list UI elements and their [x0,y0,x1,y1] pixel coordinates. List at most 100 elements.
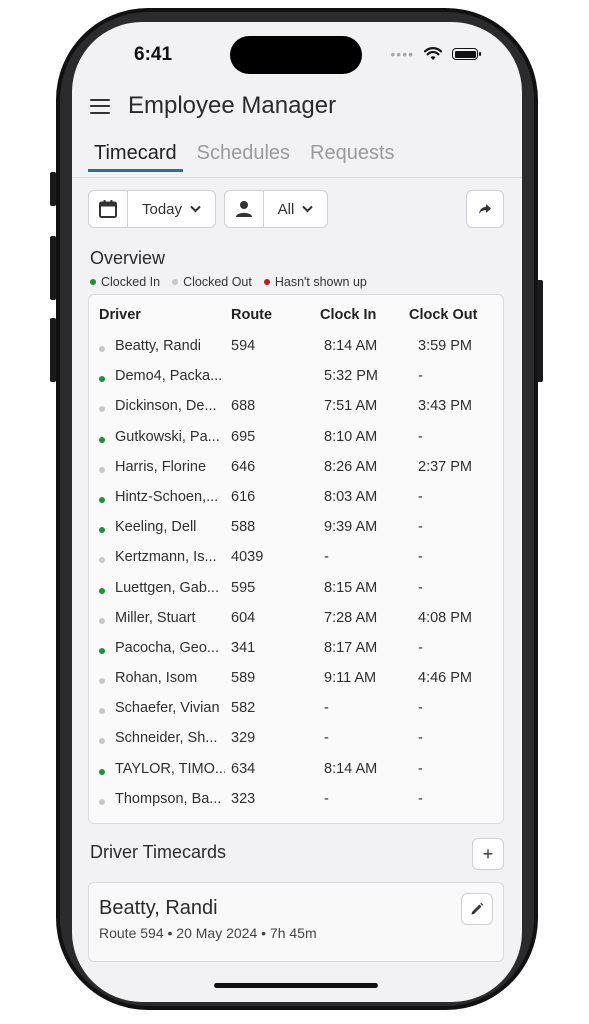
cell-route: 594 [231,338,256,354]
cell-driver: Keeling, Dell [115,519,197,536]
cell-clock-in: 8:14 AM [324,338,378,354]
app-header: Employee Manager [90,92,336,120]
edit-timecard-button[interactable] [461,893,493,925]
clocked-out-dot-icon [172,279,179,285]
status-dot-icon [99,466,105,473]
cell-route: 588 [231,519,256,536]
cell-clock-in: 8:26 AM [324,458,378,475]
table-row[interactable]: Thompson, Ba... 323 - - [89,788,503,818]
status-dot-icon [99,436,105,443]
share-button[interactable] [466,190,504,228]
cell-clock-out: - [418,639,423,656]
cell-route: 4039 [231,549,264,566]
table-row[interactable]: Luettgen, Gab... 595 8:15 AM - [89,577,503,607]
cell-clock-out: 2:37 PM [418,458,472,475]
calendar-icon [99,200,117,218]
timecard-driver-name: Beatty, Randi [99,897,218,919]
cell-route: 341 [231,639,256,656]
table-row[interactable]: Kertzmann, Is... 4039 - - [89,546,503,576]
cell-clock-in: 9:39 AM [324,519,378,536]
table-row[interactable]: Harris, Florine 646 8:26 AM 2:37 PM [89,456,503,486]
table-row[interactable]: TAYLOR, TIMO... 634 8:14 AM - [89,758,503,788]
driver-timecards-title: Driver Timecards [90,842,227,862]
table-row[interactable]: Gutkowski, Pa... 695 8:10 AM - [89,426,503,456]
legend-no-show: Hasn't shown up [263,275,367,289]
cell-clock-in: 8:03 AM [324,488,378,505]
driver-dropdown[interactable]: All [263,191,327,227]
battery-icon [452,48,481,60]
cell-clock-out: - [418,730,423,747]
tab-timecard[interactable]: Timecard [88,142,183,172]
legend-label: Clocked Out [183,275,252,289]
table-row[interactable]: Demo4, Packa... 5:32 PM - [89,365,503,395]
no-show-dot-icon [263,279,270,285]
cell-clock-out: - [418,700,423,717]
status-dot-icon [99,617,105,624]
cell-route: 582 [231,700,256,717]
tab-schedules[interactable]: Schedules [191,142,296,172]
status-dot-icon [99,647,105,654]
table-row[interactable]: Beatty, Randi 594 8:14 AM 3:59 PM [89,335,503,365]
table-row[interactable]: Hintz-Schoen,... 616 8:03 AM - [89,486,503,516]
driver-button[interactable] [225,191,263,227]
table-row[interactable]: Dickinson, De... 688 7:51 AM 3:43 PM [89,395,503,425]
table-row[interactable]: Schaefer, Vivian 582 - - [89,697,503,727]
tab-requests[interactable]: Requests [304,142,401,172]
table-row[interactable]: Rohan, Isom 589 9:11 AM 4:46 PM [89,667,503,697]
share-arrow-icon [479,204,491,214]
cell-clock-out: 4:08 PM [418,609,472,626]
cell-clock-out: - [418,428,423,445]
calendar-button[interactable] [89,191,127,227]
cell-driver: Beatty, Randi [115,338,201,354]
cell-driver: Schneider, Sh... [115,730,218,747]
cell-clock-in: 7:28 AM [324,609,378,626]
filter-bar: Today All [88,190,504,230]
legend-label: Clocked In [101,275,161,289]
side-button-action [50,172,56,206]
cell-clock-out: - [418,368,423,385]
cell-route: 616 [231,488,256,505]
cell-driver: Thompson, Ba... [115,790,222,807]
status-legend: Clocked In Clocked Out Hasn't shown up [90,275,367,289]
timecard-card[interactable]: Beatty, Randi Route 594 • 20 May 2024 • … [88,882,504,962]
cell-clock-out: 3:43 PM [418,398,472,415]
status-dot-icon [99,557,105,564]
cell-clock-in: 8:15 AM [324,579,378,596]
table-row[interactable]: Keeling, Dell 588 9:39 AM - [89,516,503,546]
side-button-volume-up [50,236,56,300]
side-button-power [537,280,543,382]
table-row[interactable]: Pacocha, Geo... 341 8:17 AM - [89,637,503,667]
cell-driver: Schaefer, Vivian [115,700,220,717]
side-button-volume-down [50,318,56,382]
legend-clocked-in: Clocked In [90,275,160,289]
cell-driver: Dickinson, De... [115,398,217,415]
driver-filter: All [224,190,328,228]
cell-driver: Rohan, Isom [115,670,198,687]
status-dot-icon [99,587,105,594]
cell-clock-out: - [418,579,423,596]
cell-driver: TAYLOR, TIMO... [115,760,225,777]
add-timecard-button[interactable]: + [472,838,504,870]
table-row[interactable]: Schneider, Sh... 329 - - [89,727,503,757]
cell-driver: Miller, Stuart [115,609,196,626]
cell-route: 695 [231,428,256,445]
legend-clocked-out: Clocked Out [172,275,252,289]
status-time: 6:41 [134,44,173,65]
cell-clock-in: 8:14 AM [324,760,378,777]
cell-clock-in: 8:17 AM [324,639,378,656]
person-icon [236,201,252,217]
cell-clock-out: 3:59 PM [418,338,472,354]
table-row[interactable]: Miller, Stuart 604 7:28 AM 4:08 PM [89,607,503,637]
tab-bar: Timecard Schedules Requests [88,142,401,172]
status-dot-icon [99,406,105,413]
cell-route: 323 [231,790,256,807]
column-header-driver: Driver [99,307,141,323]
cell-route: 688 [231,398,256,415]
status-dot-icon [99,376,105,383]
cell-route: 329 [231,730,256,747]
date-dropdown[interactable]: Today [127,191,215,227]
cell-clock-out: - [418,760,423,777]
status-icons: •••• [390,46,481,62]
menu-icon[interactable] [90,98,110,114]
cell-driver: Hintz-Schoen,... [115,488,219,505]
